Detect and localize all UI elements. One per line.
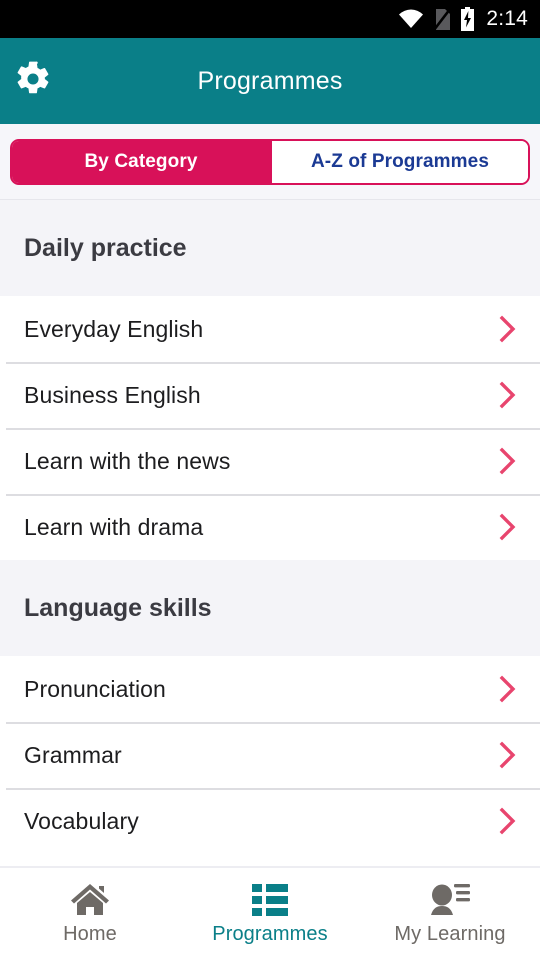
chevron-right-icon xyxy=(498,674,518,704)
list-item-label: Learn with the news xyxy=(24,447,231,474)
chevron-right-icon xyxy=(498,806,518,836)
wifi-icon xyxy=(398,9,424,29)
list-item-label: Business English xyxy=(24,381,201,408)
tab-by-category[interactable]: By Category xyxy=(12,140,270,183)
gear-icon xyxy=(14,60,52,102)
list-item[interactable]: Business English xyxy=(0,362,540,428)
programme-list[interactable]: Daily practice Everyday English Business… xyxy=(0,200,540,866)
section-header-daily-practice: Daily practice xyxy=(0,200,540,296)
nav-item-programmes[interactable]: Programmes xyxy=(180,882,360,946)
chevron-right-icon xyxy=(498,314,518,344)
list-item[interactable]: Everyday English xyxy=(0,296,540,362)
list-item-label: Everyday English xyxy=(24,315,204,342)
list-item-label: Grammar xyxy=(24,741,122,768)
battery-charging-icon xyxy=(460,7,475,31)
list-item[interactable]: Vocabulary xyxy=(0,788,540,854)
person-lines-icon xyxy=(429,882,471,916)
nav-item-home[interactable]: Home xyxy=(0,882,180,946)
grid-list-icon xyxy=(252,882,288,916)
home-icon xyxy=(69,882,111,916)
list-item[interactable]: Learn with the news xyxy=(0,428,540,494)
list-item-label: Learn with drama xyxy=(24,513,204,540)
segmented-control: By Category A-Z of Programmes xyxy=(10,138,530,185)
nav-item-label: Programmes xyxy=(212,923,328,945)
page-title: Programmes xyxy=(197,66,343,95)
tab-bar: By Category A-Z of Programmes xyxy=(0,124,540,200)
status-bar: 2:14 xyxy=(0,0,540,38)
list-item-label: Pronunciation xyxy=(24,675,166,702)
list-item[interactable]: Pronunciation xyxy=(0,656,540,722)
list-item[interactable]: Learn with drama xyxy=(0,494,540,560)
list-item-label: Vocabulary xyxy=(24,807,139,834)
nav-item-label: Home xyxy=(63,923,117,945)
settings-button[interactable] xyxy=(2,50,64,112)
nav-item-label: My Learning xyxy=(394,923,506,945)
chevron-right-icon xyxy=(498,380,518,410)
app-screen: 2:14 Programmes By Category A-Z of Progr… xyxy=(0,0,540,960)
section-header-language-skills: Language skills xyxy=(0,560,540,656)
chevron-right-icon xyxy=(498,446,518,476)
chevron-right-icon xyxy=(498,512,518,542)
chevron-right-icon xyxy=(498,740,518,770)
app-header: Programmes xyxy=(0,38,540,124)
bottom-navigation: Home Programmes My Learning xyxy=(0,866,540,960)
no-sim-icon xyxy=(433,7,452,31)
nav-item-my-learning[interactable]: My Learning xyxy=(360,882,540,946)
tab-a-z-of-programmes[interactable]: A-Z of Programmes xyxy=(270,140,528,183)
status-bar-clock: 2:14 xyxy=(486,7,528,30)
list-item[interactable]: Grammar xyxy=(0,722,540,788)
